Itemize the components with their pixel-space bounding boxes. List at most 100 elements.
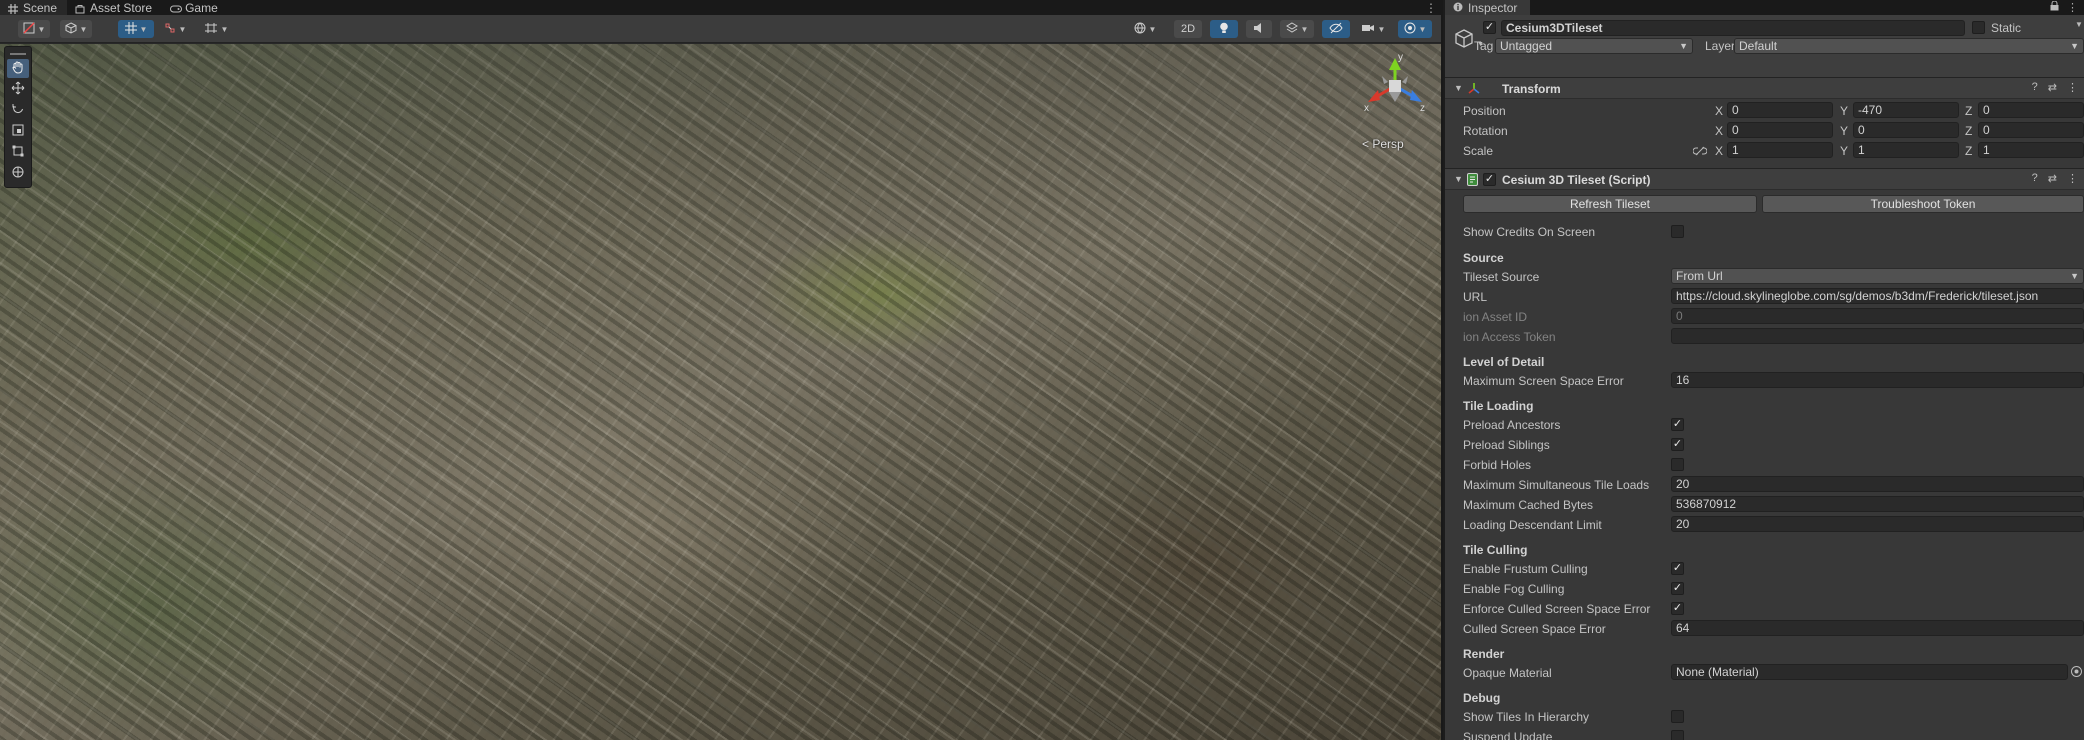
camera-settings-button[interactable]: ▼ [1356,20,1390,38]
suspend-update-checkbox[interactable] [1671,730,1684,740]
object-picker-icon[interactable] [2070,665,2083,681]
audio-toggle[interactable] [1246,20,1272,38]
enforce-culled-sse-checkbox[interactable]: ✓ [1671,602,1684,615]
preset-icon[interactable]: ⇄ [2048,172,2057,185]
grid-icon [124,21,137,37]
hidden-objects-toggle[interactable] [1322,20,1350,38]
show-credits-checkbox[interactable] [1671,225,1684,238]
tab-game[interactable]: Game [162,0,228,15]
gameobject-name-field[interactable]: Cesium3DTileset [1501,20,1965,36]
draw-mode-button[interactable]: ▼ [18,20,50,38]
position-y-field[interactable]: -470 [1853,102,1959,118]
inspector-more-icon[interactable]: ⋮ [2067,1,2078,14]
snap-increment-button[interactable]: ▼ [160,20,190,38]
gameobject-header: ▼ ✓ Cesium3DTileset Static ▼ Tag Untagge… [1445,15,2084,79]
url-field[interactable]: https://cloud.skylineglobe.com/sg/demos/… [1671,288,2084,304]
tileset-script-header[interactable]: ▼ ✓ Cesium 3D Tileset (Script) ? ⇄ ⋮ [1445,168,2084,190]
max-cached-bytes-field[interactable]: 536870912 [1671,496,2084,512]
cube-shading-icon [65,21,77,37]
grid-snap-button[interactable]: ▼ [118,20,154,38]
ion-access-token-field [1671,328,2084,344]
scene-viewport[interactable] [0,44,1441,740]
terrain-haze [0,44,1441,740]
tab-asset-store[interactable]: Asset Store [67,0,162,15]
rotate-tool-button[interactable] [7,101,29,120]
rotation-x-label: X [1715,124,1724,138]
scale-z-field[interactable]: 1 [1978,142,2084,158]
scene-more-icon[interactable]: ⋮ [1425,1,1437,15]
transform-tool-button[interactable] [7,164,29,183]
lock-icon[interactable] [2050,0,2059,14]
hand-tool-button[interactable] [7,59,29,78]
tool-palette [4,46,32,188]
gizmo-y-label: y [1398,52,1403,63]
tileset-source-dropdown[interactable]: From Url ▼ [1671,268,2084,284]
move-tool-button[interactable] [7,80,29,99]
preload-ancestors-checkbox[interactable]: ✓ [1671,418,1684,431]
rotation-y-field[interactable]: 0 [1853,122,1959,138]
help-icon[interactable]: ? [2032,81,2038,94]
foldout-chevron-icon[interactable]: ▼ [1454,174,1463,184]
max-sse-label: Maximum Screen Space Error [1463,374,1624,388]
tileset-script-enabled-checkbox[interactable]: ✓ [1483,173,1496,186]
forbid-holes-label: Forbid Holes [1463,458,1532,472]
tool-palette-grip[interactable] [10,53,26,55]
tileset-script-title: Cesium 3D Tileset (Script) [1502,173,1651,187]
static-checkbox[interactable] [1972,21,1985,34]
layer-label: Layer [1705,39,1736,53]
component-menu-icon[interactable]: ⋮ [2067,172,2078,185]
position-x-field[interactable]: 0 [1727,102,1833,118]
help-icon[interactable]: ? [2032,172,2038,185]
troubleshoot-token-button[interactable]: Troubleshoot Token [1762,195,2084,213]
foldout-chevron-icon[interactable]: ▼ [1454,83,1463,93]
culled-sse-field[interactable]: 64 [1671,620,2084,636]
tab-game-label: Game [185,0,218,15]
inspector-tab-actions: ⋮ [2050,0,2078,14]
loading-desc-limit-field[interactable]: 20 [1671,516,2084,532]
gizmos-button[interactable]: ▼ [1398,20,1432,38]
fog-culling-checkbox[interactable]: ✓ [1671,582,1684,595]
preload-siblings-checkbox[interactable]: ✓ [1671,438,1684,451]
refresh-tileset-button[interactable]: Refresh Tileset [1463,195,1757,213]
rect-tool-button[interactable] [7,143,29,162]
component-menu-icon[interactable]: ⋮ [2067,81,2078,94]
hand-icon [11,60,25,77]
position-z-field[interactable]: 0 [1978,102,2084,118]
preset-icon[interactable]: ⇄ [2048,81,2057,94]
layer-dropdown[interactable]: Default ▼ [1734,38,2084,54]
scale-label: Scale [1463,144,1494,158]
position-y-label: Y [1840,104,1849,118]
shading-mode-button[interactable]: ▼ [60,20,92,38]
effects-button[interactable]: ▼ [1280,20,1314,38]
scale-y-field[interactable]: 1 [1853,142,1959,158]
opaque-material-field[interactable]: None (Material) [1671,664,2068,680]
grid-visibility-button[interactable]: ▼ [198,20,234,38]
scale-x-label: X [1715,144,1724,158]
lighting-toggle[interactable] [1210,20,1238,38]
scale-tool-button[interactable] [7,122,29,141]
frustum-culling-checkbox[interactable]: ✓ [1671,562,1684,575]
mode-2d-button[interactable]: 2D [1174,20,1202,38]
show-tiles-hierarchy-checkbox[interactable] [1671,710,1684,723]
fog-culling-label: Enable Fog Culling [1463,582,1565,596]
transform-title: Transform [1502,82,1561,96]
orientation-button[interactable]: ▼ [1128,20,1162,38]
unlink-icon[interactable] [1692,145,1708,159]
rotation-z-field[interactable]: 0 [1978,122,2084,138]
forbid-holes-checkbox[interactable] [1671,458,1684,471]
opaque-material-label: Opaque Material [1463,666,1552,680]
orientation-gizmo[interactable]: y x z [1358,52,1432,116]
gameobject-active-checkbox[interactable]: ✓ [1483,21,1496,34]
max-sim-loads-field[interactable]: 20 [1671,476,2084,492]
tag-dropdown[interactable]: Untagged ▼ [1495,38,1693,54]
static-dropdown-icon[interactable]: ▼ [2075,20,2083,29]
tab-inspector[interactable]: Inspector [1445,0,1530,15]
max-sse-field[interactable]: 16 [1671,372,2084,388]
gameobject-cube-icon[interactable]: ▼ [1455,29,1484,52]
projection-toggle[interactable]: < Persp [1362,137,1404,151]
scale-x-field[interactable]: 1 [1727,142,1833,158]
max-cached-bytes-label: Maximum Cached Bytes [1463,498,1594,512]
rotation-x-field[interactable]: 0 [1727,122,1833,138]
transform-header[interactable]: ▼ Transform ? ⇄ ⋮ [1445,77,2084,99]
tab-scene[interactable]: Scene [0,0,68,15]
